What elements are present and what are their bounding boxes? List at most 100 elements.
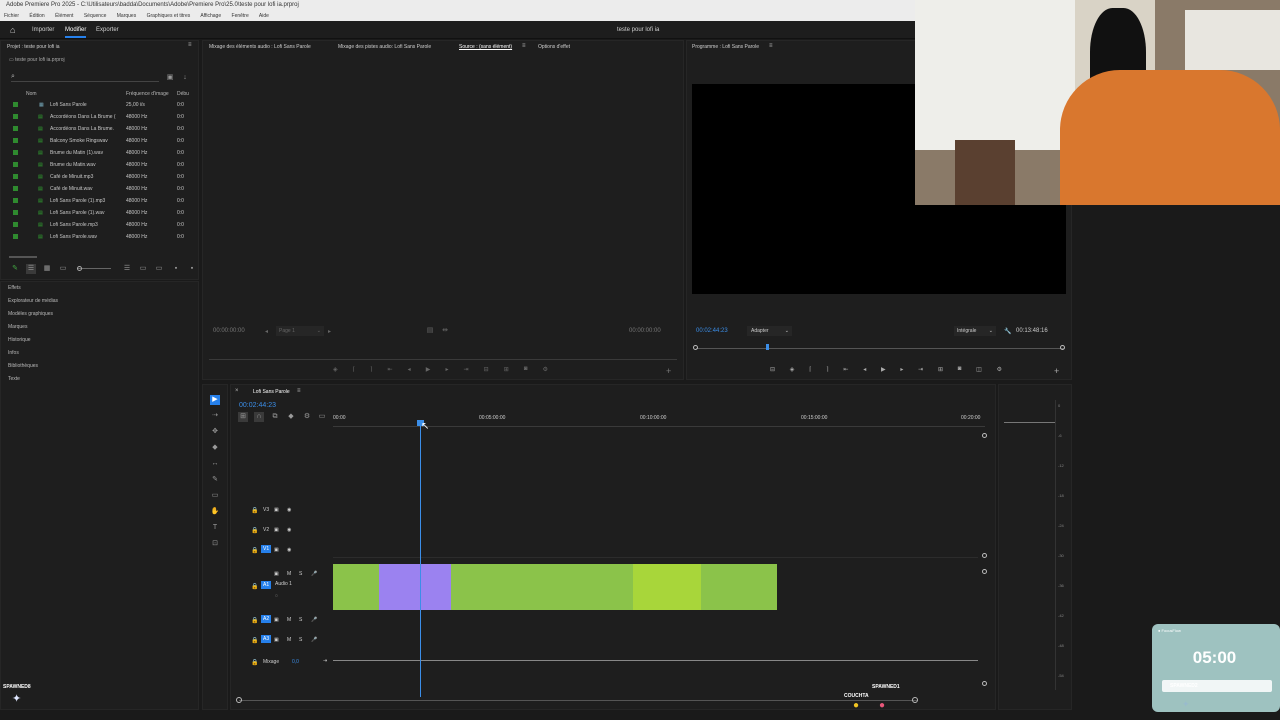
panel-info[interactable]: Infos	[8, 350, 19, 356]
pencil-icon[interactable]: ✎	[10, 264, 20, 274]
mark-in-icon[interactable]: ⌈	[809, 366, 811, 378]
microphone-icon[interactable]: 🎤	[311, 637, 317, 643]
selection-tool-icon[interactable]: ▶	[210, 395, 220, 405]
sync-lock-icon[interactable]: ▣	[274, 547, 279, 553]
linked-selection-icon[interactable]: ⧉	[270, 412, 280, 422]
panel-menu-icon[interactable]: ≡	[297, 388, 301, 394]
home-icon[interactable]: ⌂	[10, 21, 15, 39]
fit-select[interactable]: Adapter ⌄	[747, 326, 792, 336]
tab-edit[interactable]: Modifier	[65, 21, 87, 38]
add-marker-icon[interactable]: ◈	[790, 366, 795, 378]
insert-icon[interactable]: ⊟	[484, 366, 489, 378]
insert-sequence-icon[interactable]: ⊞	[238, 412, 248, 422]
list-item[interactable]: ▤ Lofi Sans Parole (1).wav 48000 Hz 0:0	[1, 207, 184, 219]
audio-clip[interactable]	[451, 564, 633, 587]
add-marker-icon[interactable]: ◆	[286, 412, 296, 422]
ripple-edit-icon[interactable]: ✥	[210, 427, 220, 437]
audio-clip-selected[interactable]	[379, 564, 451, 587]
zoom-slider[interactable]	[77, 268, 111, 269]
menu-help[interactable]: Aide	[259, 13, 269, 19]
list-view-icon[interactable]: ☰	[26, 264, 36, 274]
add-button-icon[interactable]: +	[666, 366, 671, 376]
vertical-scroll-handle[interactable]	[982, 553, 987, 558]
menu-sequence[interactable]: Séquence	[84, 13, 107, 19]
new-item-icon[interactable]: ▪	[171, 264, 181, 274]
audio-clip[interactable]	[333, 587, 379, 610]
project-panel-title[interactable]: Projet : teste pour lofi ia	[7, 44, 60, 50]
audio-clip[interactable]	[701, 564, 777, 587]
track-v3-label[interactable]: V3	[263, 507, 269, 513]
mark-out-icon[interactable]: ⌉	[826, 366, 828, 378]
list-item[interactable]: ▤ Balcony Smoke Ringswav 48000 Hz 0:0	[1, 135, 184, 147]
add-marker-icon[interactable]: ◈	[333, 366, 338, 378]
menu-markers[interactable]: Marques	[117, 13, 136, 19]
horizontal-scrollbar[interactable]	[9, 256, 37, 258]
tab-effect-controls[interactable]: Options d'effet	[538, 44, 570, 50]
add-button-icon[interactable]: +	[1054, 366, 1059, 376]
extract-icon[interactable]: ⊞	[938, 366, 943, 378]
vertical-scroll-handle[interactable]	[982, 569, 987, 574]
menu-clip[interactable]: Élément	[55, 13, 73, 19]
audio-clip-selected[interactable]	[379, 587, 451, 610]
lock-icon[interactable]: 🔒	[251, 527, 258, 534]
go-to-out-icon[interactable]: ⇥	[918, 366, 923, 378]
column-name[interactable]: Nom	[26, 91, 37, 97]
close-icon[interactable]: ×	[235, 388, 239, 394]
prev-page-icon[interactable]: ◂	[265, 328, 268, 335]
play-icon[interactable]: ▶	[881, 366, 886, 378]
tab-export[interactable]: Exporter	[96, 21, 119, 39]
track-area[interactable]	[333, 445, 978, 685]
list-item[interactable]: ▤ Lofi Sans Parole.wav 48000 Hz 0:0	[1, 231, 184, 243]
panel-menu-icon[interactable]: ≡	[522, 43, 526, 49]
audio-clip[interactable]	[701, 587, 777, 610]
overwrite-icon[interactable]: ⊞	[504, 366, 509, 378]
next-page-icon[interactable]: ▸	[328, 328, 331, 335]
sync-lock-icon[interactable]: ▣	[274, 617, 279, 623]
icon-view-icon[interactable]: ▦	[42, 264, 52, 274]
pen-tool-icon[interactable]: ✎	[210, 475, 220, 485]
vertical-scroll-handle[interactable]	[982, 433, 987, 438]
track-a3-label[interactable]: A3	[261, 635, 272, 643]
list-item[interactable]: ▤ Lofi Sans Parole.mp3 48000 Hz 0:0	[1, 219, 184, 231]
panel-effects[interactable]: Effets	[8, 285, 21, 291]
tab-audio-track-mixer[interactable]: Mixage des pistes audio: Lofi Sans Parol…	[338, 44, 431, 50]
sort-items-icon[interactable]: ☰	[122, 264, 132, 274]
microphone-icon[interactable]: 🎤	[311, 617, 317, 623]
go-to-end-icon[interactable]: ⇥	[323, 658, 327, 664]
mute-button[interactable]: M	[287, 617, 291, 623]
panel-markers[interactable]: Marques	[8, 324, 27, 330]
mark-in-icon[interactable]: ⌈	[353, 366, 355, 378]
menu-window[interactable]: Fenêtre	[232, 13, 249, 19]
lock-icon[interactable]: 🔒	[251, 617, 258, 624]
menu-edit[interactable]: Édition	[29, 13, 44, 19]
lock-icon[interactable]: 🔒	[251, 507, 258, 514]
scroll-handle-left[interactable]	[236, 697, 242, 703]
mute-button[interactable]: M	[287, 637, 291, 643]
caption-tool-icon[interactable]: ⊡	[210, 539, 220, 549]
go-to-in-icon[interactable]: ⇤	[843, 366, 848, 378]
solo-button[interactable]: S	[299, 637, 302, 643]
track-v2-label[interactable]: V2	[263, 527, 269, 533]
program-ruler[interactable]	[693, 344, 1065, 352]
step-back-icon[interactable]: ◂	[863, 366, 866, 378]
program-title[interactable]: Programme : Lofi Sans Parole	[692, 44, 759, 50]
sync-lock-icon[interactable]: ▣	[274, 527, 279, 533]
new-bin-icon[interactable]: ▣	[165, 73, 175, 83]
audio-clip[interactable]	[451, 587, 633, 610]
zoom-slider-handle[interactable]	[77, 266, 82, 271]
wrench-icon[interactable]: 🔧	[1004, 328, 1011, 335]
captions-icon[interactable]: ▭	[317, 412, 327, 422]
solo-button[interactable]: S	[299, 617, 302, 623]
slip-tool-icon[interactable]: ↔	[210, 459, 220, 469]
source-timecode-out[interactable]: 00:00:00:00	[629, 328, 661, 334]
mark-out-icon[interactable]: ⌉	[370, 366, 372, 378]
timeline-timecode[interactable]: 00:02:44:23	[239, 402, 276, 409]
lock-icon[interactable]: 🔒	[251, 547, 258, 554]
lift-icon[interactable]: ⊟	[770, 366, 775, 378]
track-select-icon[interactable]: ⇢	[210, 411, 220, 421]
settings-icon[interactable]: ⚙	[997, 366, 1002, 378]
play-icon[interactable]: ▶	[426, 366, 431, 378]
column-rate[interactable]: Fréquence d'image	[126, 91, 169, 97]
automate-icon[interactable]: ▭	[138, 264, 148, 274]
project-search-input[interactable]: ⌕	[11, 73, 159, 82]
